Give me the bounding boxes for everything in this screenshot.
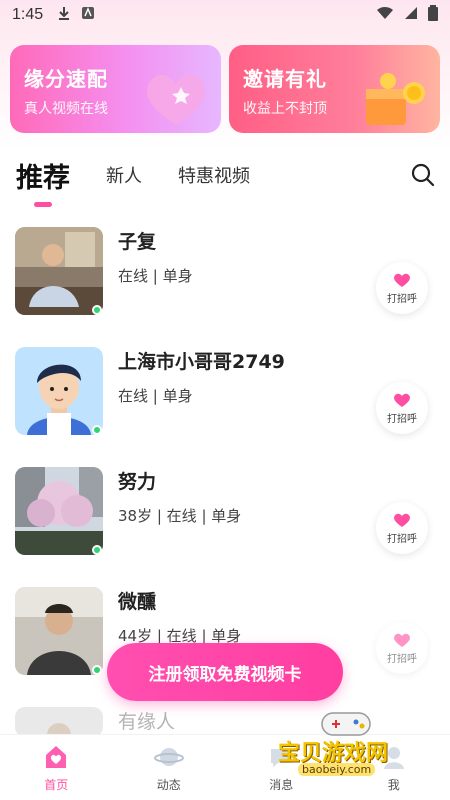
category-tabs: 推荐 新人 特惠视频	[16, 150, 436, 200]
heart-icon	[394, 513, 410, 527]
list-item[interactable]: 子复 在线 | 单身 打招呼	[0, 222, 450, 342]
user-name[interactable]: 微醺	[118, 587, 156, 614]
register-free-card-button[interactable]: 注册领取免费视频卡	[107, 643, 343, 701]
status-time: 1:45	[12, 6, 44, 23]
avatar[interactable]	[15, 707, 103, 737]
user-status: 在线 | 单身	[118, 267, 193, 285]
gift-coins-icon	[366, 73, 425, 125]
greet-button[interactable]: 打招呼	[376, 382, 428, 434]
status-bar: 1:45	[0, 0, 450, 30]
signal-icon	[404, 6, 418, 24]
online-indicator	[92, 545, 102, 555]
user-status: 在线 | 单身	[118, 387, 193, 405]
list-item[interactable]: 上海市小哥哥2749 在线 | 单身 打招呼	[0, 342, 450, 462]
greet-button[interactable]: 打招呼	[376, 622, 428, 674]
nav-home-label: 首页	[44, 778, 69, 792]
tab-special-video[interactable]: 特惠视频	[178, 162, 250, 188]
nav-messages[interactable]: 消息	[225, 735, 338, 800]
bottom-nav: 首页 动态 消息 我	[0, 734, 450, 800]
avatar[interactable]	[15, 347, 103, 435]
heart-icon	[147, 74, 205, 125]
user-name[interactable]: 上海市小哥哥2749	[118, 347, 285, 374]
greet-label: 打招呼	[387, 293, 417, 305]
greet-button[interactable]: 打招呼	[376, 502, 428, 554]
nav-messages-label: 消息	[269, 778, 294, 792]
search-icon[interactable]	[410, 162, 436, 188]
greet-button[interactable]: 打招呼	[376, 262, 428, 314]
invite-banner[interactable]: 邀请有礼 收益上不封顶	[229, 45, 440, 133]
online-indicator	[92, 305, 102, 315]
heart-icon	[394, 393, 410, 407]
avatar[interactable]	[15, 587, 103, 675]
list-item[interactable]: 努力 38岁 | 在线 | 单身 打招呼	[0, 462, 450, 582]
home-icon	[46, 746, 67, 768]
avatar[interactable]	[15, 467, 103, 555]
user-name[interactable]: 子复	[118, 227, 156, 254]
profile-icon	[383, 747, 404, 769]
planet-icon	[153, 748, 184, 766]
nav-moments-label: 动态	[156, 778, 181, 792]
promo-banners: 缘分速配 真人视频在线 邀请有礼 收益上不封顶	[10, 45, 440, 133]
message-icon	[271, 749, 292, 767]
greet-label: 打招呼	[387, 413, 417, 425]
online-indicator	[92, 425, 102, 435]
greet-label: 打招呼	[387, 533, 417, 545]
nav-profile-label: 我	[387, 778, 400, 792]
heart-icon	[394, 273, 410, 287]
user-name[interactable]: 努力	[118, 467, 156, 494]
tab-new[interactable]: 新人	[106, 162, 142, 188]
match-banner[interactable]: 缘分速配 真人视频在线	[10, 45, 221, 133]
download-icon	[57, 6, 71, 24]
user-name[interactable]: 有缘人	[118, 707, 175, 734]
wifi-icon	[376, 6, 394, 24]
battery-icon	[428, 5, 438, 25]
avatar[interactable]	[15, 227, 103, 315]
nav-home[interactable]: 首页	[0, 735, 113, 800]
nav-profile[interactable]: 我	[338, 735, 450, 800]
tab-recommended[interactable]: 推荐	[16, 156, 70, 195]
heart-icon	[394, 633, 410, 647]
greet-label: 打招呼	[387, 653, 417, 665]
app-notification-icon	[81, 6, 95, 24]
nav-moments[interactable]: 动态	[113, 735, 226, 800]
online-indicator	[92, 665, 102, 675]
user-list: 子复 在线 | 单身 打招呼 上海市小哥哥2749 在线 | 单身 打招呼 努力…	[0, 222, 450, 800]
user-status: 38岁 | 在线 | 单身	[118, 507, 242, 525]
